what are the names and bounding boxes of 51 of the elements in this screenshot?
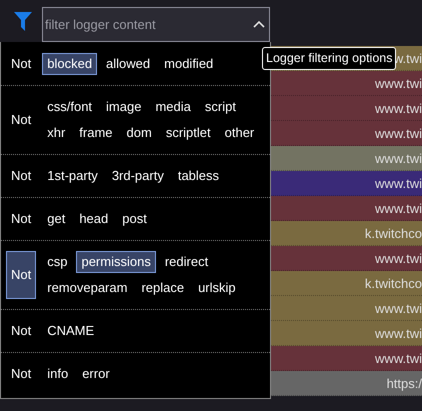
not-toggle[interactable]: Not <box>6 251 36 299</box>
filter-option[interactable]: post <box>117 208 152 230</box>
filter-field[interactable]: filter logger content <box>42 6 270 42</box>
filter-option[interactable]: dom <box>122 122 157 144</box>
filter-option[interactable]: blocked <box>42 52 98 74</box>
filter-option[interactable]: image <box>101 96 146 118</box>
not-toggle[interactable]: Not <box>6 96 36 144</box>
filter-option[interactable]: removeparam <box>42 277 132 299</box>
filter-option[interactable]: urlskip <box>193 277 241 299</box>
filter-option[interactable]: csp <box>42 251 72 273</box>
not-toggle[interactable]: Not <box>6 208 36 230</box>
filter-option[interactable]: scriptlet <box>160 122 216 144</box>
log-row: https:/ <box>271 371 422 396</box>
filter-option[interactable]: head <box>74 208 114 230</box>
log-row: www.twi <box>271 321 422 346</box>
filter-option[interactable]: info <box>42 363 74 385</box>
filter-option[interactable]: xhr <box>42 122 70 144</box>
log-row: www.twi <box>271 146 422 171</box>
filter-option[interactable]: media <box>150 96 196 118</box>
filter-option[interactable]: CNAME <box>42 320 100 342</box>
log-row: www.twi <box>271 196 422 221</box>
filter-option[interactable]: allowed <box>101 52 156 74</box>
log-row: www.twi <box>271 96 422 121</box>
log-row: www.twi <box>271 296 422 321</box>
tooltip: Logger filtering options <box>262 47 396 70</box>
log-row: www.twi <box>271 71 422 96</box>
filter-option[interactable]: modified <box>159 52 218 74</box>
filter-option[interactable]: redirect <box>160 251 214 273</box>
filter-option[interactable]: frame <box>74 122 118 144</box>
filter-option[interactable]: 3rd-party <box>106 165 169 187</box>
log-row: www.twi <box>271 171 422 196</box>
log-row: k.twitchco <box>271 271 422 296</box>
filter-option[interactable]: css/font <box>42 96 98 118</box>
not-toggle[interactable]: Not <box>6 165 36 187</box>
filter-icon[interactable] <box>14 12 32 30</box>
not-toggle[interactable]: Not <box>6 363 36 385</box>
filter-option[interactable]: 1st-party <box>42 165 103 187</box>
filter-option[interactable]: other <box>220 122 260 144</box>
filter-option[interactable]: error <box>77 363 115 385</box>
filter-option[interactable]: tabless <box>172 165 224 187</box>
filter-option[interactable]: permissions <box>76 251 156 273</box>
log-row: www.twi <box>271 346 422 371</box>
filter-option[interactable]: replace <box>136 277 190 299</box>
log-row: k.twitchco <box>271 221 422 246</box>
filter-option[interactable]: script <box>200 96 241 118</box>
log-row: www.twi <box>271 246 422 271</box>
not-toggle[interactable]: Not <box>6 52 36 75</box>
filter-option[interactable]: get <box>42 208 70 230</box>
log-row: www.twi <box>271 121 422 146</box>
caret-icon[interactable] <box>253 20 265 28</box>
not-toggle[interactable]: Not <box>6 320 36 342</box>
